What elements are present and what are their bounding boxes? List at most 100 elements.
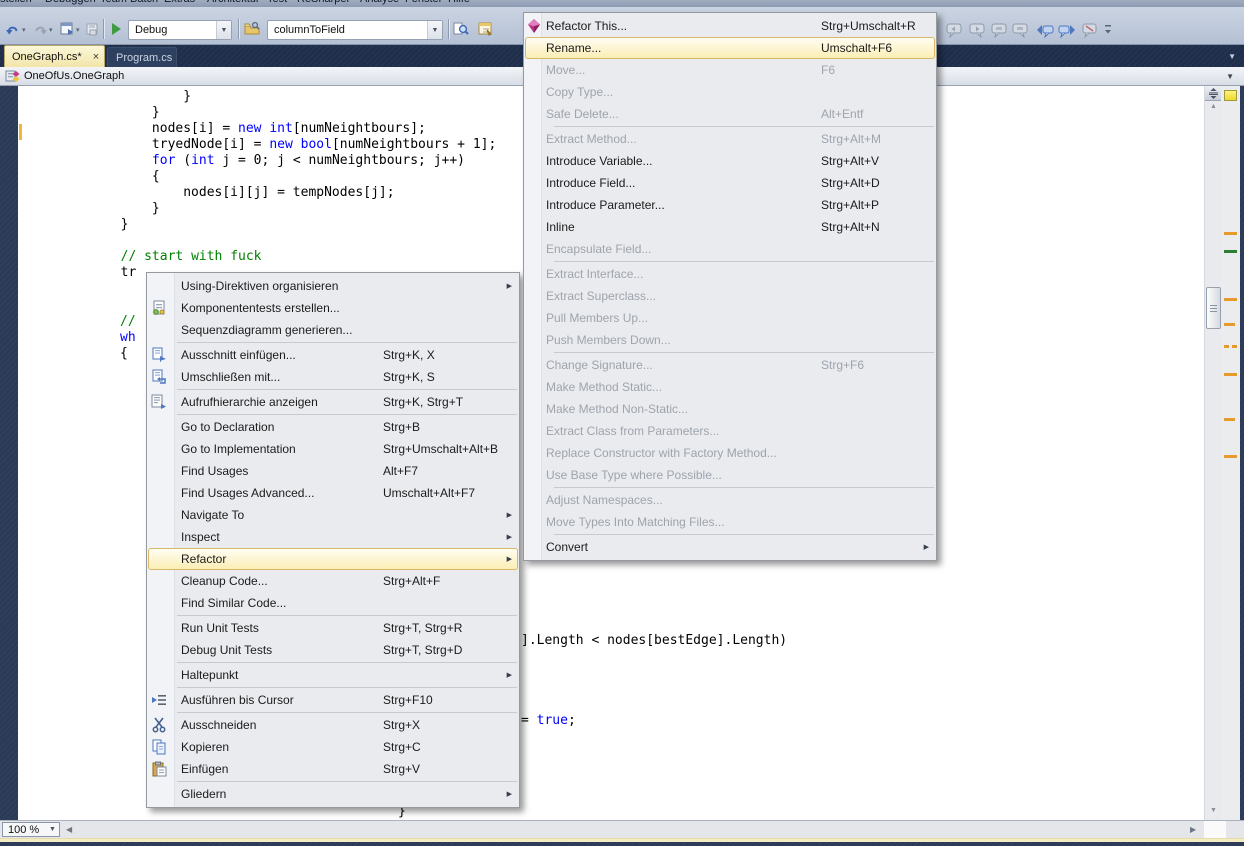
marker-tick[interactable] <box>1224 250 1237 253</box>
menu-item-navigate-to[interactable]: Navigate To▶ <box>147 504 519 526</box>
menu-item-move[interactable]: Move...F6 <box>524 59 936 81</box>
menu-bar-item-architektur[interactable]: Architektur <box>207 0 260 6</box>
menu-item-sequenzdiagramm-generieren[interactable]: Sequenzdiagramm generieren... <box>147 319 519 341</box>
menu-item-find-similar-code[interactable]: Find Similar Code... <box>147 592 519 614</box>
add-comment-icon[interactable] <box>1035 22 1055 38</box>
menu-item-run-unit-tests[interactable]: Run Unit TestsStrg+T, Strg+R <box>147 617 519 639</box>
menu-item-rename[interactable]: Rename...Umschalt+F6 <box>524 37 936 59</box>
menu-item-umschlie-en-mit[interactable]: Umschließen mit...Strg+K, S <box>147 366 519 388</box>
menu-bar-item-hilfe[interactable]: Hilfe <box>448 0 470 6</box>
menu-item-komponententests-erstellen[interactable]: Komponententests erstellen... <box>147 297 519 319</box>
redo-dropdown-icon[interactable]: ▾ <box>49 26 53 34</box>
menu-bar-item-fenster[interactable]: Fenster <box>405 0 442 6</box>
menu-item-debug-unit-tests[interactable]: Debug Unit TestsStrg+T, Strg+D <box>147 639 519 661</box>
menu-item-move-types-into-matching-files[interactable]: Move Types Into Matching Files... <box>524 511 936 533</box>
toolbar-overflow-icon[interactable] <box>1103 22 1113 38</box>
tab-list-dropdown-icon[interactable]: ▼ <box>1228 52 1236 61</box>
menu-item-adjust-namespaces[interactable]: Adjust Namespaces... <box>524 489 936 511</box>
menu-bar-item-resharper[interactable]: ReSharper <box>297 0 350 6</box>
menu-bar-item-extras[interactable]: Extras <box>164 0 195 6</box>
marker-tick[interactable] <box>1224 298 1237 301</box>
tab-onegraph[interactable]: OneGraph.cs* × <box>4 45 105 67</box>
menu-item-make-method-non-static[interactable]: Make Method Non-Static... <box>524 398 936 420</box>
zoom-control[interactable]: 100 % ▼ <box>2 822 60 837</box>
menu-item-copy-type[interactable]: Copy Type... <box>524 81 936 103</box>
menu-item-pull-members-up[interactable]: Pull Members Up... <box>524 307 936 329</box>
resharper-status-indicator[interactable] <box>1224 90 1237 101</box>
menu-item-safe-delete[interactable]: Safe Delete...Alt+Entf <box>524 103 936 125</box>
menu-item-extract-method[interactable]: Extract Method...Strg+Alt+M <box>524 128 936 150</box>
scroll-up-icon[interactable]: ▲ <box>1205 103 1222 110</box>
next-comment-same-file-icon[interactable] <box>1010 22 1030 38</box>
solution-configuration-dropdown-icon[interactable]: ▼ <box>216 21 231 39</box>
vertical-scrollbar[interactable]: ▲ ▼ <box>1204 86 1221 820</box>
marker-tick[interactable] <box>1224 345 1237 348</box>
navigate-window-icon[interactable] <box>58 20 76 38</box>
navigate-window-dropdown-icon[interactable]: ▾ <box>76 26 80 34</box>
menu-bar-item-stellen[interactable]: stellen <box>0 0 32 6</box>
zoom-dropdown-icon[interactable]: ▼ <box>46 826 59 833</box>
vertical-scrollbar-thumb[interactable] <box>1206 287 1221 329</box>
menu-item-go-to-declaration[interactable]: Go to DeclarationStrg+B <box>147 416 519 438</box>
menu-bar-item-debuggen[interactable]: Debuggen <box>45 0 96 6</box>
splitter-handle[interactable] <box>1205 86 1222 101</box>
send-comment-icon[interactable] <box>1057 22 1077 38</box>
next-comment-icon[interactable] <box>967 22 987 38</box>
menu-item-change-signature[interactable]: Change Signature...Strg+F6 <box>524 354 936 376</box>
menu-bar-item-batch[interactable]: Batch <box>130 0 158 6</box>
breadcrumb-dropdown-icon[interactable]: ▼ <box>1226 72 1234 81</box>
menu-item-inspect[interactable]: Inspect▶ <box>147 526 519 548</box>
menu-bar-item-team[interactable]: Team <box>100 0 127 6</box>
menu-item-refactor[interactable]: Refactor▶ <box>147 548 519 570</box>
menu-bar-item-test[interactable]: Test <box>267 0 287 6</box>
menu-bar-item-analyse[interactable]: Analyse <box>360 0 399 6</box>
menu-item-haltepunkt[interactable]: Haltepunkt▶ <box>147 664 519 686</box>
undo-dropdown-icon[interactable]: ▾ <box>22 26 26 34</box>
tab-close-icon[interactable]: × <box>88 51 104 63</box>
find-combo[interactable]: columnToField ▼ <box>267 20 443 40</box>
menu-item-kopieren[interactable]: KopierenStrg+C <box>147 736 519 758</box>
tab-program[interactable]: Program.cs <box>107 47 177 67</box>
menu-item-ausschnitt-einf-gen[interactable]: Ausschnitt einfügen...Strg+K, X <box>147 344 519 366</box>
menu-item-cleanup-code[interactable]: Cleanup Code...Strg+Alt+F <box>147 570 519 592</box>
properties-window-icon[interactable] <box>476 20 494 38</box>
find-in-solution-icon[interactable] <box>243 20 261 38</box>
marker-tick[interactable] <box>1224 232 1237 235</box>
menu-item-extract-interface[interactable]: Extract Interface... <box>524 263 936 285</box>
scroll-left-icon[interactable]: ◀ <box>66 825 72 834</box>
menu-item-extract-class-from-parameters[interactable]: Extract Class from Parameters... <box>524 420 936 442</box>
undo-icon[interactable] <box>4 20 22 38</box>
menu-item-push-members-down[interactable]: Push Members Down... <box>524 329 936 351</box>
marker-tick[interactable] <box>1224 373 1237 376</box>
scroll-right-icon[interactable]: ▶ <box>1190 825 1196 834</box>
menu-item-extract-superclass[interactable]: Extract Superclass... <box>524 285 936 307</box>
menu-item-aufrufhierarchie-anzeigen[interactable]: Aufrufhierarchie anzeigenStrg+K, Strg+T <box>147 391 519 413</box>
previous-comment-same-file-icon[interactable] <box>990 22 1010 38</box>
menu-item-introduce-variable[interactable]: Introduce Variable...Strg+Alt+V <box>524 150 936 172</box>
menu-item-use-base-type-where-possible[interactable]: Use Base Type where Possible... <box>524 464 936 486</box>
save-all-icon[interactable] <box>84 20 102 38</box>
menu-item-convert[interactable]: Convert▶ <box>524 536 936 558</box>
menu-item-encapsulate-field[interactable]: Encapsulate Field... <box>524 238 936 260</box>
menu-item-make-method-static[interactable]: Make Method Static... <box>524 376 936 398</box>
menu-item-go-to-implementation[interactable]: Go to ImplementationStrg+Umschalt+Alt+B <box>147 438 519 460</box>
marker-tick[interactable] <box>1224 418 1235 421</box>
solution-configuration-combo[interactable]: Debug ▼ <box>128 20 232 40</box>
scroll-down-icon[interactable]: ▼ <box>1205 807 1222 814</box>
close-review-icon[interactable] <box>1080 22 1100 38</box>
redo-icon[interactable] <box>31 20 49 38</box>
menu-item-gliedern[interactable]: Gliedern▶ <box>147 783 519 805</box>
marker-tick[interactable] <box>1224 455 1237 458</box>
menu-item-replace-constructor-with-factory-method[interactable]: Replace Constructor with Factory Method.… <box>524 442 936 464</box>
menu-item-ausschneiden[interactable]: AusschneidenStrg+X <box>147 714 519 736</box>
menu-item-introduce-field[interactable]: Introduce Field...Strg+Alt+D <box>524 172 936 194</box>
find-in-files-icon[interactable] <box>452 20 470 38</box>
start-debugging-icon[interactable] <box>107 20 125 38</box>
menu-item-using-direktiven-organisieren[interactable]: Using-Direktiven organisieren▶ <box>147 275 519 297</box>
menu-item-introduce-parameter[interactable]: Introduce Parameter...Strg+Alt+P <box>524 194 936 216</box>
menu-item-einf-gen[interactable]: EinfügenStrg+V <box>147 758 519 780</box>
menu-item-find-usages-advanced[interactable]: Find Usages Advanced...Umschalt+Alt+F7 <box>147 482 519 504</box>
resharper-marker-bar[interactable] <box>1221 86 1240 820</box>
marker-tick[interactable] <box>1224 323 1235 326</box>
previous-comment-icon[interactable] <box>945 22 965 38</box>
